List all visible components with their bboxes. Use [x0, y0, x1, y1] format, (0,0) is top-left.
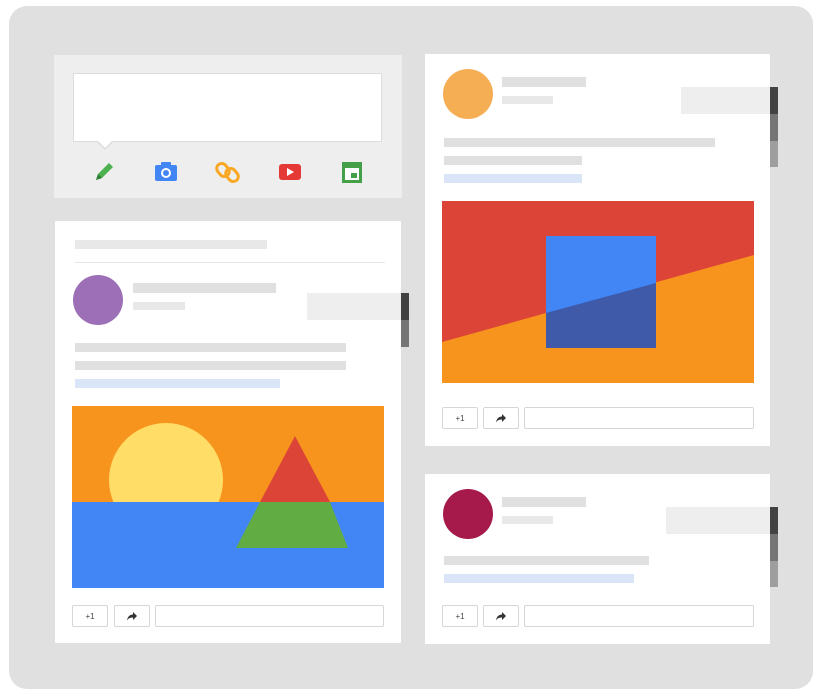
post-link[interactable] — [444, 574, 634, 583]
avatar[interactable] — [443, 69, 493, 119]
menu-tab-shadow — [770, 534, 778, 561]
post-menu[interactable] — [681, 87, 770, 114]
share-text-input[interactable] — [73, 73, 382, 142]
event-icon[interactable] — [339, 159, 365, 185]
post-text-line — [444, 138, 715, 147]
comment-input[interactable] — [524, 605, 754, 627]
divider — [75, 262, 385, 263]
youtube-icon[interactable] — [277, 159, 303, 185]
menu-tab — [770, 507, 778, 534]
menu-tab — [770, 87, 778, 114]
avatar[interactable] — [73, 275, 123, 325]
share-button[interactable] — [114, 605, 150, 627]
menu-tab-shadow — [401, 320, 409, 347]
post-text-line — [444, 556, 649, 565]
post-image[interactable] — [72, 406, 384, 588]
post-timestamp — [502, 96, 553, 104]
author-name — [502, 497, 586, 507]
menu-tab — [401, 293, 409, 320]
author-name — [502, 77, 586, 87]
post-menu[interactable] — [666, 507, 770, 534]
camera-icon[interactable] — [153, 159, 179, 185]
share-icon — [127, 612, 137, 621]
menu-tab-shadow — [770, 561, 778, 587]
post-menu[interactable] — [307, 293, 401, 320]
link-icon[interactable] — [215, 159, 241, 185]
share-button[interactable] — [483, 407, 519, 429]
menu-tab-shadow — [770, 141, 778, 167]
post-timestamp — [502, 516, 553, 524]
post-text-line — [75, 343, 346, 352]
post-link[interactable] — [75, 379, 280, 388]
share-icon — [496, 612, 506, 621]
share-button[interactable] — [483, 605, 519, 627]
post-image[interactable] — [442, 201, 754, 383]
plus-one-button[interactable]: +1 — [442, 407, 478, 429]
plus-one-button[interactable]: +1 — [72, 605, 108, 627]
plus-one-button[interactable]: +1 — [442, 605, 478, 627]
menu-tab-shadow — [770, 114, 778, 141]
share-icon — [496, 414, 506, 423]
post-text-line — [444, 156, 582, 165]
post-link[interactable] — [444, 174, 582, 183]
avatar[interactable] — [443, 489, 493, 539]
share-box-tail-inner — [97, 140, 113, 148]
comment-input[interactable] — [524, 407, 754, 429]
post-text-line — [75, 361, 346, 370]
comment-input[interactable] — [155, 605, 384, 627]
post-timestamp — [133, 302, 185, 310]
pencil-icon[interactable] — [91, 159, 117, 185]
post-header-text — [75, 240, 267, 249]
author-name — [133, 283, 276, 293]
